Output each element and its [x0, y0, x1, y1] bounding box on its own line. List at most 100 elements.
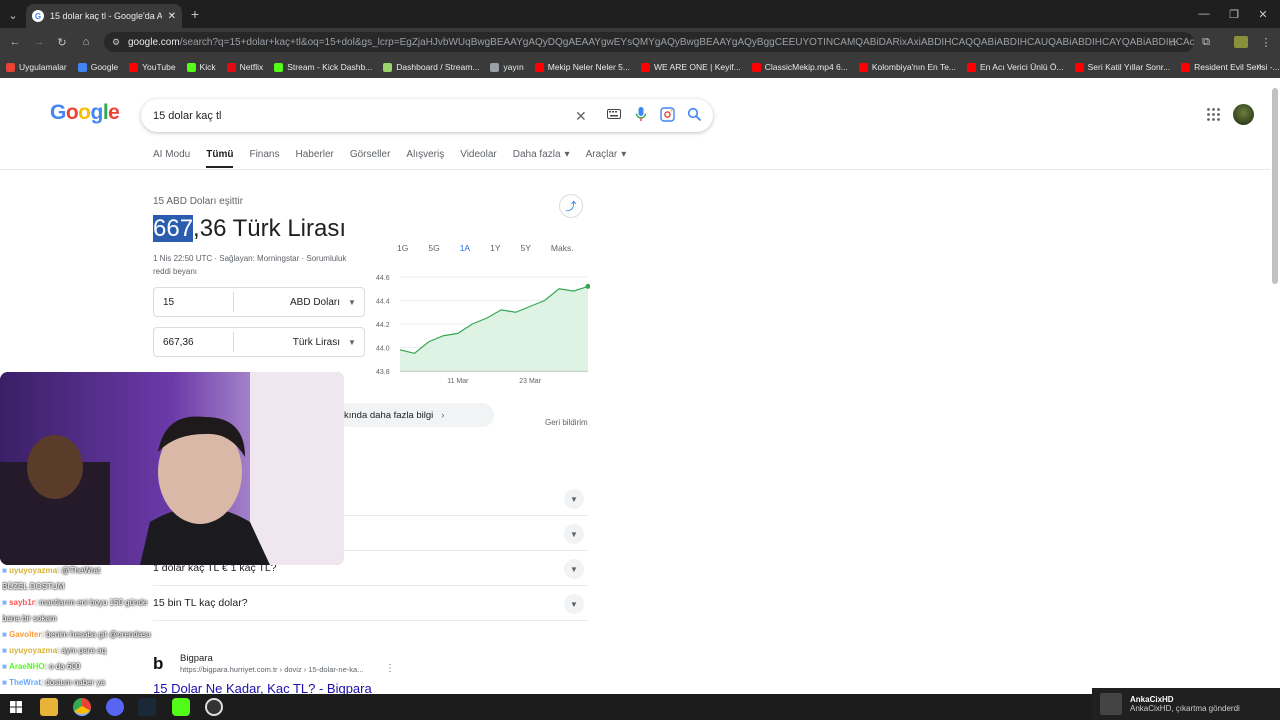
- tab-search-chevron-icon[interactable]: ⌄: [6, 8, 20, 22]
- steam-taskbar-icon[interactable]: [138, 698, 156, 716]
- kick-taskbar-icon[interactable]: [172, 698, 190, 716]
- obs-taskbar-icon[interactable]: [205, 698, 223, 716]
- bookmark-item[interactable]: ClassicMekip.mp4 6...: [751, 62, 848, 72]
- bookmark-favicon-icon: [77, 62, 87, 72]
- bookmarks-overflow-icon[interactable]: »: [1252, 60, 1266, 74]
- chart-range-tab[interactable]: 1G: [397, 243, 408, 253]
- to-amount-input[interactable]: 667,36: [154, 332, 234, 352]
- bookmark-item[interactable]: Kick: [186, 62, 216, 72]
- chat-text: : mantlarım eni boyu 150 günde: [34, 598, 148, 607]
- chevron-down-icon[interactable]: ▼: [564, 594, 584, 614]
- result-source-url[interactable]: https://bigpara.hurriyet.com.tr › doviz …: [180, 665, 363, 674]
- bookmark-item[interactable]: Netflix: [226, 62, 263, 72]
- search-tab[interactable]: Daha fazla: [513, 149, 561, 168]
- reload-icon[interactable]: ↻: [55, 35, 69, 49]
- google-logo[interactable]: Google: [50, 101, 120, 125]
- chat-notification[interactable]: AnkaCixHD AnkaCixHD, çıkartma gönderdi: [1092, 688, 1280, 720]
- windows-start-icon[interactable]: [7, 698, 25, 716]
- voice-search-icon[interactable]: [634, 106, 648, 122]
- webcam-overlay: [0, 372, 344, 565]
- bookmark-favicon-icon: [640, 62, 650, 72]
- search-tab[interactable]: Tümü: [206, 149, 234, 168]
- from-currency-select[interactable]: ABD Doları: [234, 297, 348, 308]
- chat-text: : dostum naber ya: [40, 678, 105, 687]
- new-tab-icon[interactable]: +: [188, 6, 202, 22]
- more-info-button[interactable]: kında daha fazla bilgi ›: [336, 403, 494, 427]
- chrome-taskbar-icon[interactable]: [73, 698, 91, 716]
- bookmark-item[interactable]: Google: [77, 62, 118, 72]
- restore-icon[interactable]: ❐: [1227, 7, 1241, 21]
- bookmark-favicon-icon: [1181, 62, 1191, 72]
- feedback-link[interactable]: Geri bildirim: [545, 418, 588, 427]
- bookmark-item[interactable]: Kolombiya'nın En Te...: [858, 62, 957, 72]
- search-tab[interactable]: Araçlar: [586, 149, 618, 168]
- bookmark-item[interactable]: Stream - Kick Dashb...: [274, 62, 372, 72]
- chevron-down-icon[interactable]: ▼: [564, 524, 584, 544]
- search-box[interactable]: 15 dolar kaç tl: [141, 99, 713, 132]
- browser-menu-icon[interactable]: ⋮: [1260, 35, 1272, 49]
- bookmark-item[interactable]: Dashboard / Stream...: [383, 62, 479, 72]
- chart-range-tab[interactable]: Maks.: [551, 243, 574, 253]
- from-dropdown-arrow-icon[interactable]: ▼: [348, 298, 364, 307]
- search-tab[interactable]: Videolar: [460, 149, 497, 168]
- forward-icon[interactable]: →: [32, 35, 46, 49]
- chart-range-tab[interactable]: 5Y: [521, 243, 531, 253]
- close-tab-icon[interactable]: ✕: [168, 11, 176, 22]
- file-explorer-icon[interactable]: [40, 698, 58, 716]
- share-icon[interactable]: ⤴: [559, 194, 583, 218]
- bookmark-label: Kolombiya'nın En Te...: [871, 62, 957, 72]
- clear-search-icon[interactable]: ✕: [575, 108, 587, 125]
- keyboard-icon[interactable]: [606, 106, 622, 122]
- lens-search-icon[interactable]: [660, 107, 675, 122]
- faq-item[interactable]: 15 bin TL kaç dolar? ▼: [153, 586, 588, 621]
- discord-taskbar-icon[interactable]: [106, 698, 124, 716]
- account-avatar[interactable]: [1233, 104, 1254, 125]
- search-tab[interactable]: Alışveriş: [406, 149, 444, 168]
- browser-tab[interactable]: G 15 dolar kaç tl - Google'da Ara ✕: [26, 4, 182, 28]
- bookmark-item[interactable]: Seri Katil Yıllar Sonr...: [1074, 62, 1170, 72]
- chevron-down-icon[interactable]: ▼: [564, 559, 584, 579]
- chart-range-tab[interactable]: 1A: [460, 243, 470, 253]
- converted-value-selected: 667: [153, 215, 194, 242]
- bookmark-item[interactable]: En Acı Verici Ünlü Ö...: [967, 62, 1064, 72]
- bookmark-favicon-icon: [751, 62, 761, 72]
- search-tab[interactable]: Görseller: [350, 149, 391, 168]
- search-tab[interactable]: Haberler: [295, 149, 333, 168]
- chat-username: sayb1r: [9, 598, 35, 607]
- search-tab[interactable]: Finans: [249, 149, 279, 168]
- search-icon[interactable]: [687, 107, 702, 122]
- chart-range-tabs: 1G 5G 1A 1Y 5Y Maks.: [397, 243, 594, 253]
- result-source-name[interactable]: Bigpara: [180, 653, 213, 664]
- minimize-icon[interactable]: —: [1197, 7, 1211, 21]
- home-icon[interactable]: ⌂: [79, 35, 93, 49]
- apps-grid-icon[interactable]: [1206, 107, 1221, 122]
- bookmark-item[interactable]: Uygulamalar: [6, 62, 67, 72]
- extensions-icon[interactable]: ⧉: [1199, 35, 1213, 49]
- search-query[interactable]: 15 dolar kaç tl: [153, 110, 221, 122]
- bookmark-star-icon[interactable]: ☆: [1166, 35, 1180, 49]
- to-dropdown-arrow-icon[interactable]: ▼: [348, 338, 364, 347]
- chart-range-tab[interactable]: 5G: [428, 243, 439, 253]
- search-tab[interactable]: AI Modu: [153, 149, 190, 168]
- chevron-down-icon[interactable]: ▼: [564, 489, 584, 509]
- chart-range-tab[interactable]: 1Y: [490, 243, 500, 253]
- address-bar[interactable]: google.com/search?q=15+dolar+kaç+tl&oq=1…: [104, 32, 1194, 52]
- bookmark-favicon-icon: [186, 62, 196, 72]
- site-info-icon[interactable]: ⚙: [110, 35, 122, 49]
- bookmark-item[interactable]: Mekip Neler Neler 5...: [534, 62, 630, 72]
- bookmark-item[interactable]: yayın: [490, 62, 524, 72]
- bookmark-item[interactable]: WE ARE ONE | Keyif...: [640, 62, 741, 72]
- page-scrollbar[interactable]: [1272, 88, 1278, 284]
- to-currency-select[interactable]: Türk Lirası: [234, 337, 348, 348]
- bookmark-favicon-icon: [534, 62, 544, 72]
- profile-avatar-icon[interactable]: [1234, 36, 1248, 48]
- result-menu-icon[interactable]: ⋮: [385, 663, 395, 674]
- bookmark-label: En Acı Verici Ünlü Ö...: [980, 62, 1064, 72]
- back-icon[interactable]: ←: [8, 35, 22, 49]
- bookmark-item[interactable]: YouTube: [129, 62, 176, 72]
- chat-message: ■ uyuyoyazma: @TheWrat: [2, 563, 162, 579]
- close-window-icon[interactable]: ✕: [1256, 7, 1270, 21]
- from-amount-input[interactable]: 15: [154, 292, 234, 312]
- chat-badge-icon: ■: [2, 662, 10, 671]
- tab-title: 15 dolar kaç tl - Google'da Ara: [50, 11, 162, 21]
